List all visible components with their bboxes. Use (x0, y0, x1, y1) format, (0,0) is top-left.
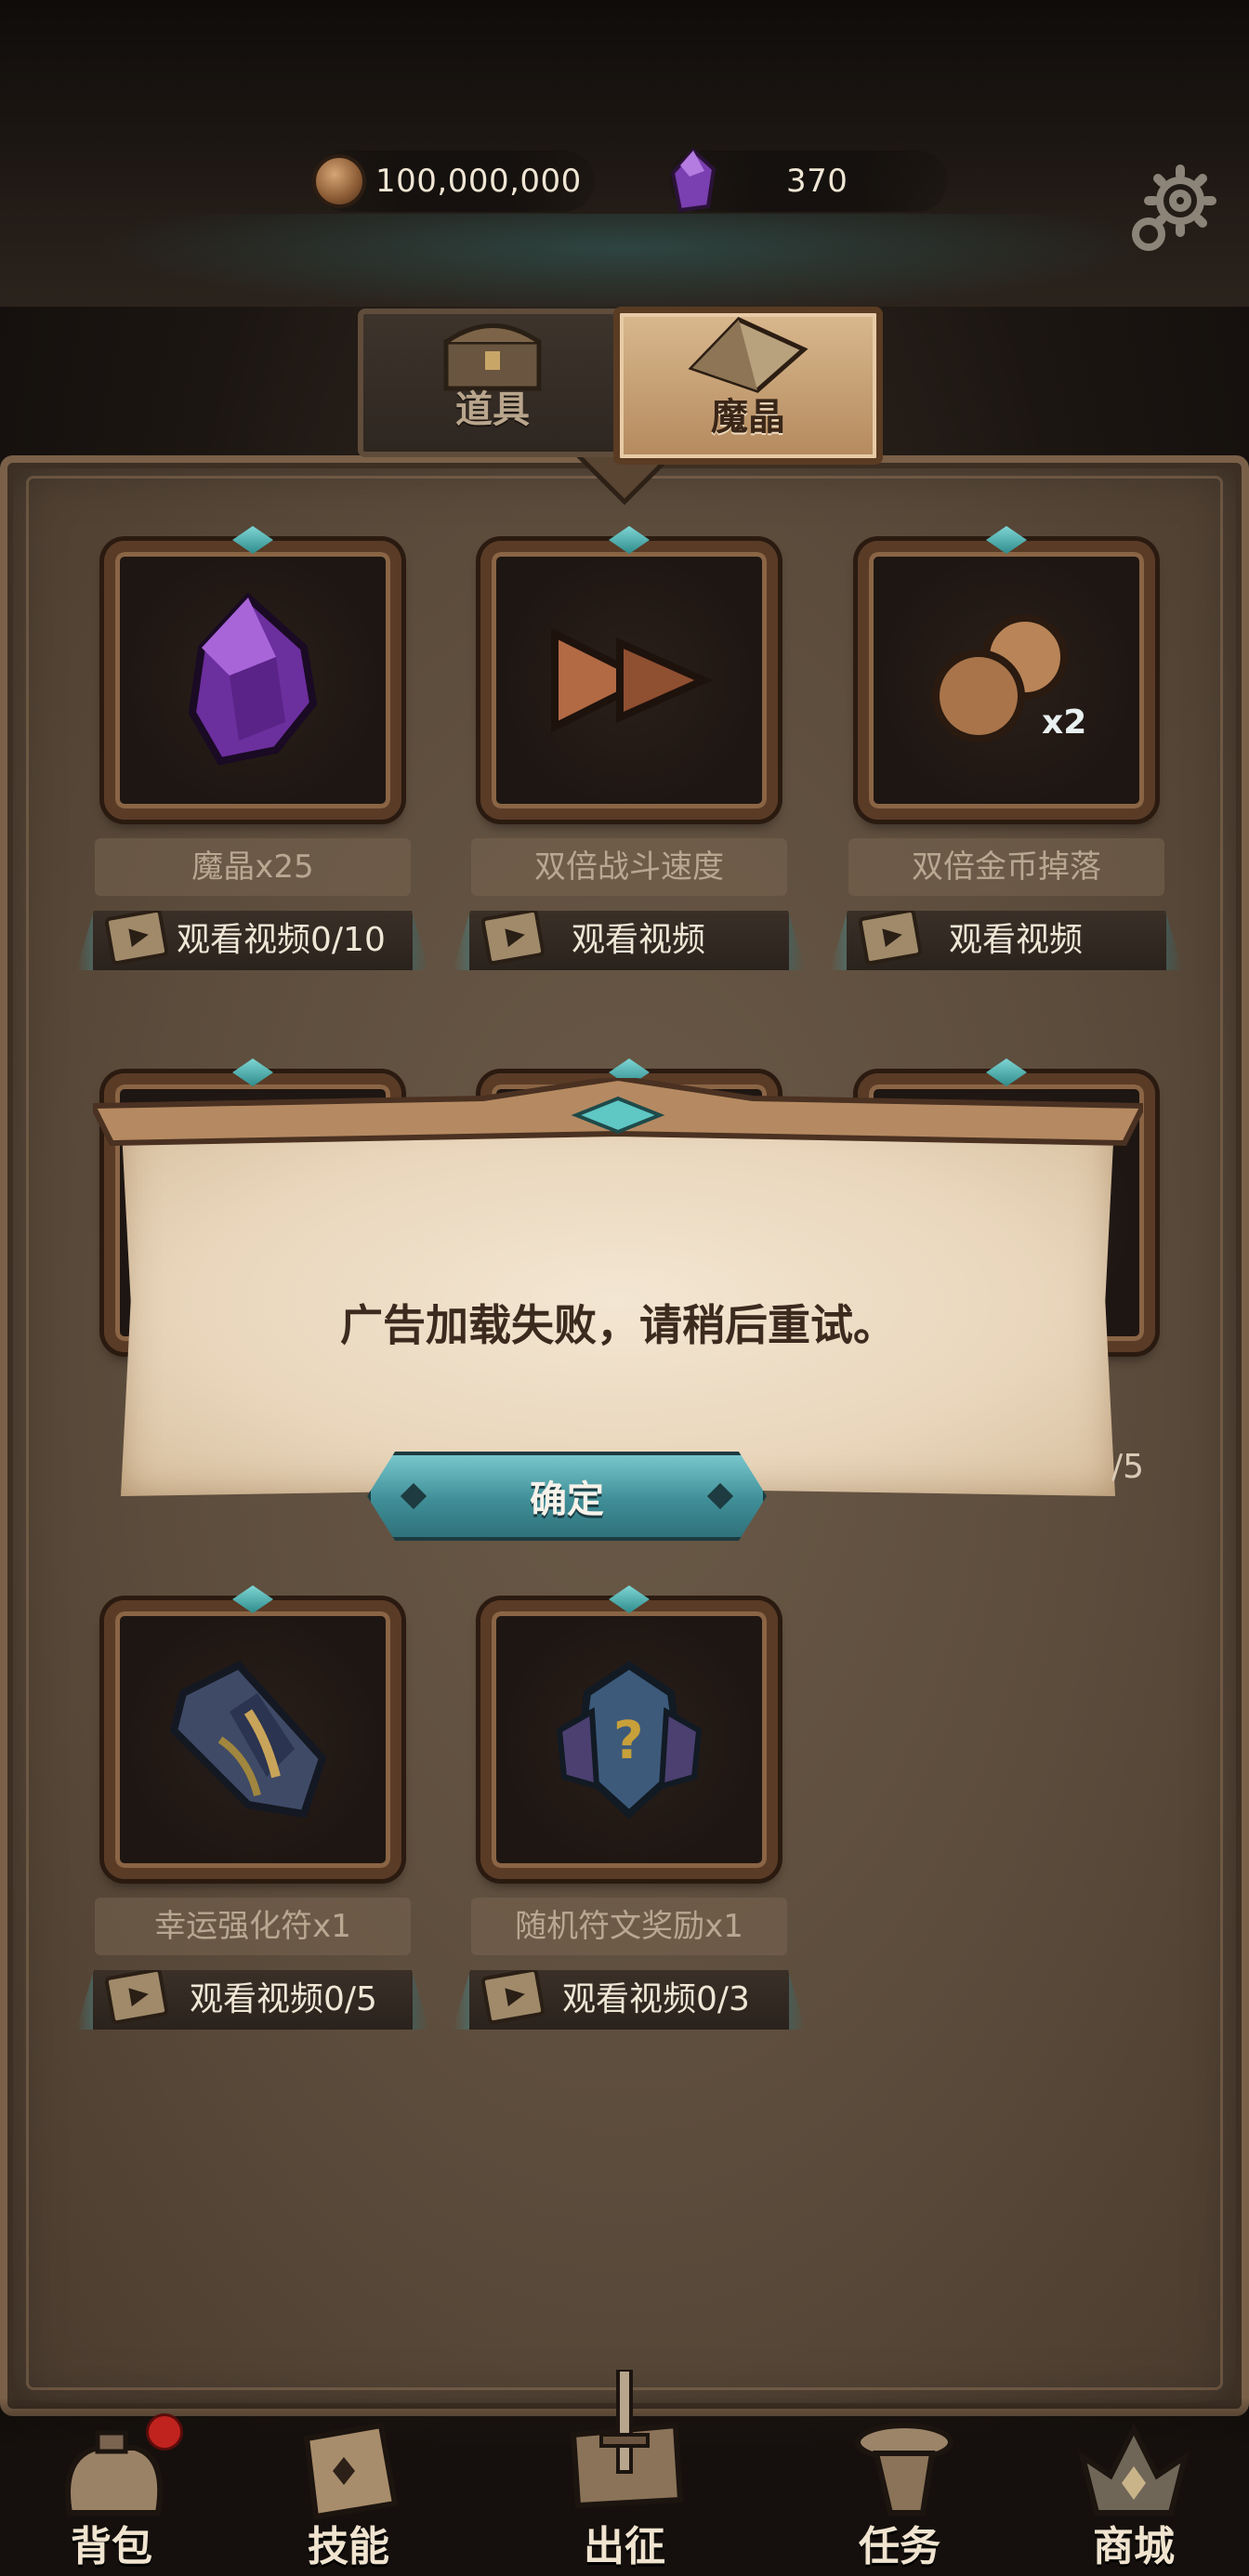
card-title: 随机符文奖励x1 (471, 1898, 787, 1955)
gold-amount: 100,000,000 (375, 163, 582, 200)
random-rune-icon: ? (556, 1661, 703, 1820)
sword-map-icon (570, 2370, 684, 2509)
dialog-header-ornament (93, 1078, 1143, 1147)
watch-video-button[interactable]: 观看视频 (453, 911, 806, 970)
notification-badge (149, 2416, 180, 2448)
reward-card-double-coins[interactable]: x2 双倍金币掉落 观看视频 (830, 532, 1183, 996)
watch-video-button[interactable]: 观看视频0/3 (453, 1970, 806, 2030)
watch-video-label: 观看视频0/3 (562, 1980, 750, 2018)
tab-items-label: 道具 (455, 388, 530, 431)
nav-label: 技能 (308, 2523, 389, 2570)
watch-video-label: 观看视频0/5 (190, 1980, 377, 2018)
crystal-counter: 370 (669, 149, 948, 213)
svg-text:?: ? (613, 1711, 643, 1771)
video-film-icon (104, 1970, 169, 2025)
reward-card-luck-rune[interactable]: 幸运强化符x1 观看视频0/5 (76, 1591, 429, 2056)
card-title: 双倍金币掉落 (848, 838, 1164, 896)
watch-video-button[interactable]: 观看视频0/5 (76, 1970, 429, 2030)
nav-label: 商城 (1093, 2523, 1175, 2570)
shop-crown-icon (1078, 2423, 1190, 2516)
reward-card-double-speed[interactable]: 双倍战斗速度 观看视频 (453, 532, 806, 996)
confirm-button[interactable]: 确定 (360, 1444, 774, 1548)
nav-label: 背包 (71, 2523, 152, 2570)
video-film-icon (480, 1970, 546, 2025)
skill-book-icon (303, 2422, 399, 2520)
video-film-icon (480, 911, 546, 966)
nav-skills[interactable]: 技能 (256, 2398, 441, 2576)
confirm-button-label: 确定 (530, 1479, 604, 1521)
watch-video-button[interactable]: 观看视频 (830, 911, 1183, 970)
nav-expedition[interactable]: 出征 (532, 2370, 717, 2576)
gold-counter: 100,000,000 (312, 151, 595, 212)
watch-video-button[interactable]: 观看视频0/10 (76, 911, 429, 970)
watch-video-label: 观看视频 (572, 921, 706, 959)
nav-label: 任务 (859, 2523, 940, 2570)
x2-badge: x2 (1042, 703, 1086, 742)
card-title: 幸运强化符x1 (95, 1898, 411, 1955)
reward-card-crystals[interactable]: 魔晶x25 观看视频0/10 (76, 532, 429, 996)
watch-count-fragment: /5 (1111, 1448, 1145, 1486)
video-film-icon (104, 911, 169, 966)
video-film-icon (858, 911, 923, 966)
reward-card-random-rune[interactable]: ? 随机符文奖励x1 观看视频0/3 (453, 1591, 806, 2056)
crystal-icon (688, 316, 809, 393)
dialog-message: 广告加载失败，请稍后重试。 (340, 1300, 896, 1350)
gold-coin-icon (312, 154, 366, 208)
double-coins-icon: x2 (932, 614, 1086, 743)
tab-crystal-label: 魔晶 (711, 396, 785, 439)
bottom-nav: 背包 技能 出征 任务 商城 (0, 2370, 1249, 2576)
fast-forward-icon (551, 627, 713, 733)
gear-icon[interactable] (1123, 160, 1225, 262)
nav-quests[interactable]: 任务 (807, 2398, 993, 2576)
luck-rune-icon (169, 1661, 327, 1819)
card-title: 双倍战斗速度 (471, 838, 787, 896)
watch-video-label: 观看视频0/10 (177, 921, 386, 959)
quest-scroll-icon (855, 2423, 953, 2516)
tab-crystal[interactable]: 魔晶 (613, 307, 883, 465)
top-bar: 100,000,000 370 (0, 0, 1249, 325)
nav-backpack[interactable]: 背包 (19, 2398, 204, 2576)
ad-failed-dialog: 广告加载失败，请稍后重试。 (93, 1059, 1143, 1515)
card-title: 魔晶x25 (95, 838, 411, 896)
purple-crystal-icon (188, 592, 318, 766)
nav-shop[interactable]: 商城 (1041, 2398, 1227, 2576)
watch-video-label: 观看视频 (949, 921, 1084, 959)
purple-crystal-icon (670, 149, 717, 213)
tab-items[interactable]: 道具 (358, 309, 627, 457)
crystal-amount: 370 (786, 163, 848, 200)
nav-label: 出征 (584, 2523, 665, 2570)
